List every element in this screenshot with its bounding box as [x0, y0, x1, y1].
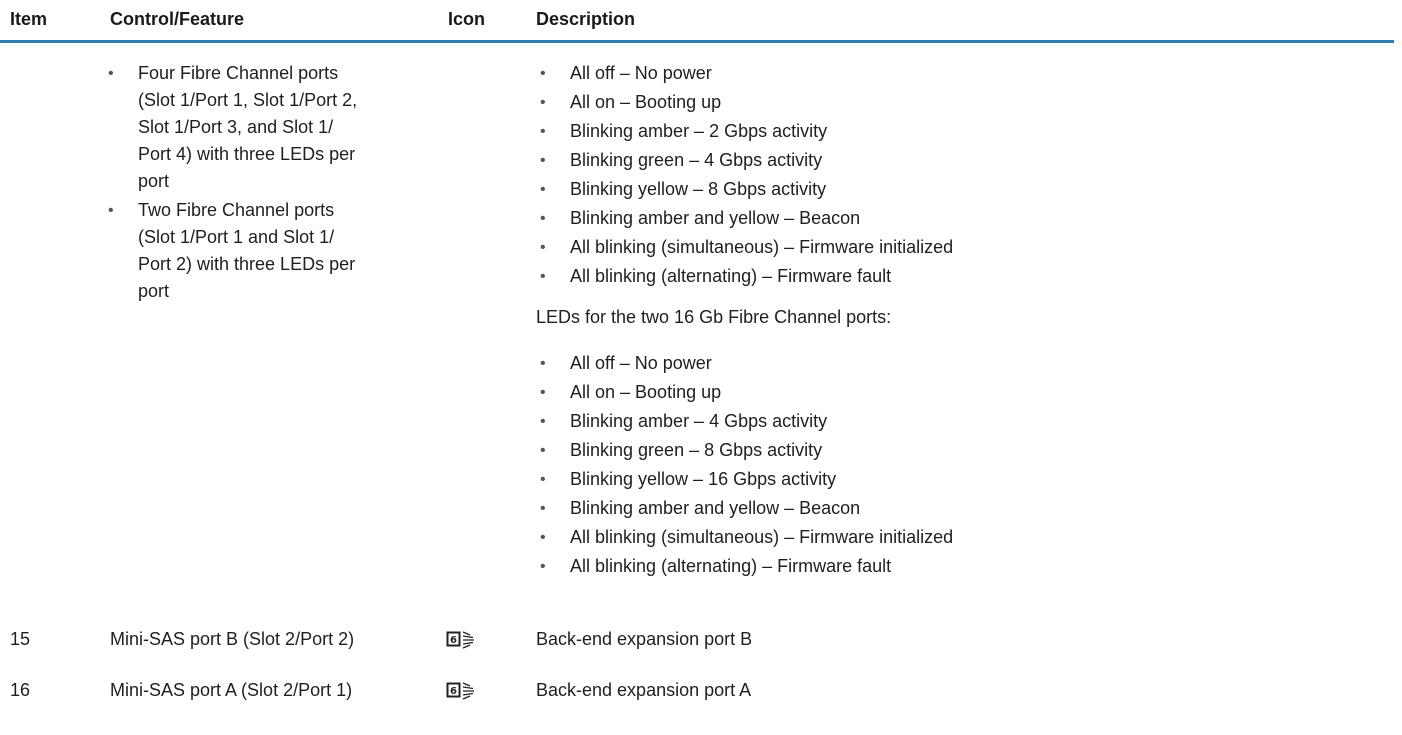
- bullet: •: [108, 65, 114, 82]
- bullet: •: [540, 558, 546, 575]
- list-item: Blinking amber – 2 Gbps activity: [570, 121, 828, 141]
- list-item: Blinking amber and yellow – Beacon: [570, 498, 861, 518]
- svg-text:6: 6: [450, 635, 457, 646]
- list-item: All blinking (alternating) – Firmware fa…: [570, 556, 892, 576]
- list-item: Slot 1/Port 3, and Slot 1/: [138, 117, 334, 137]
- bullet: •: [540, 181, 546, 198]
- bullet: •: [540, 94, 546, 111]
- list-item: Blinking amber and yellow – Beacon: [570, 208, 861, 228]
- bullet: •: [540, 529, 546, 546]
- bullet: •: [540, 123, 546, 140]
- row-description: Back-end expansion port A: [536, 680, 752, 700]
- list-item: Two Fibre Channel ports: [138, 200, 335, 220]
- list-item: All off – No power: [570, 353, 712, 373]
- header-rule: [0, 40, 1394, 43]
- bullet: •: [540, 210, 546, 227]
- row-item-number: 16: [10, 680, 31, 700]
- description-16gb-intro: LEDs for the two 16 Gb Fibre Channel por…: [536, 307, 892, 327]
- mini-sas-port-icon: 6: [446, 631, 474, 649]
- list-item: Blinking yellow – 8 Gbps activity: [570, 179, 827, 199]
- bullet: •: [540, 268, 546, 285]
- bullet: •: [540, 384, 546, 401]
- list-item: All on – Booting up: [570, 382, 722, 402]
- list-item: All blinking (simultaneous) – Firmware i…: [570, 527, 954, 547]
- list-item: All blinking (alternating) – Firmware fa…: [570, 266, 892, 286]
- bullet: •: [540, 65, 546, 82]
- list-item: port: [138, 171, 170, 191]
- list-item: All off – No power: [570, 63, 712, 83]
- bullet: •: [540, 471, 546, 488]
- list-item: (Slot 1/Port 1, Slot 1/Port 2,: [138, 90, 358, 110]
- list-item: port: [138, 281, 170, 301]
- list-item: Blinking green – 4 Gbps activity: [570, 150, 823, 170]
- list-item: Blinking green – 8 Gbps activity: [570, 440, 823, 460]
- bullet: •: [540, 152, 546, 169]
- header-icon: Icon: [448, 9, 486, 29]
- row-description: Back-end expansion port B: [536, 629, 753, 649]
- table-header: Item Control/Feature Icon Description: [0, 0, 1402, 40]
- row-control-feature: Mini-SAS port A (Slot 2/Port 1): [110, 680, 353, 700]
- list-item: All on – Booting up: [570, 92, 722, 112]
- list-item: Port 4) with three LEDs per: [138, 144, 356, 164]
- bullet: •: [108, 202, 114, 219]
- bullet: •: [540, 413, 546, 430]
- bullet: •: [540, 355, 546, 372]
- row-control-feature: Mini-SAS port B (Slot 2/Port 2): [110, 629, 355, 649]
- list-item: Blinking yellow – 16 Gbps activity: [570, 469, 837, 489]
- bullet: •: [540, 239, 546, 256]
- list-item: Four Fibre Channel ports: [138, 63, 339, 83]
- header-item: Item: [10, 9, 48, 29]
- header-control-feature: Control/Feature: [110, 9, 245, 29]
- bullet: •: [540, 442, 546, 459]
- list-item: All blinking (simultaneous) – Firmware i…: [570, 237, 954, 257]
- list-item: (Slot 1/Port 1 and Slot 1/: [138, 227, 335, 247]
- list-item: Port 2) with three LEDs per: [138, 254, 356, 274]
- row-item-number: 15: [10, 629, 31, 649]
- list-item: Blinking amber – 4 Gbps activity: [570, 411, 828, 431]
- header-description: Description: [536, 9, 636, 29]
- mini-sas-port-icon: 6: [446, 682, 474, 700]
- bullet: •: [540, 500, 546, 517]
- svg-text:6: 6: [450, 686, 457, 697]
